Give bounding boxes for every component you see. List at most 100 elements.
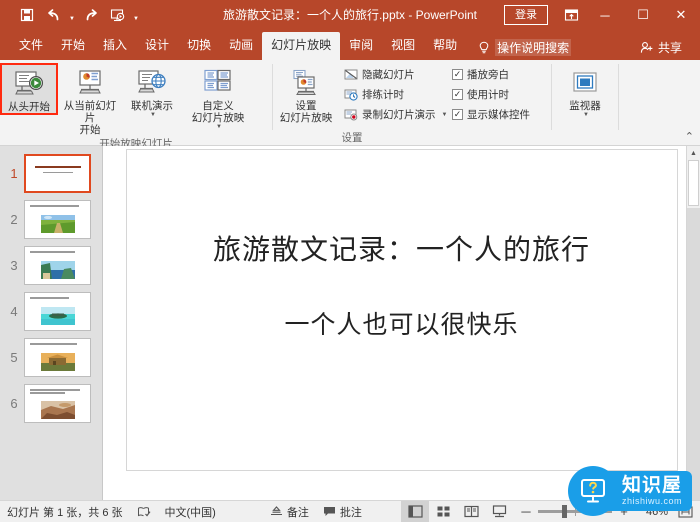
sign-in-button[interactable]: 登录 <box>504 5 548 25</box>
tell-me-search[interactable]: 操作说明搜索 <box>472 35 577 60</box>
slide-number: 2 <box>10 212 18 227</box>
status-bar: 幻灯片 第 1 张，共 6 张 中文(中国) 备注 批注 ─ + 46% <box>0 500 700 522</box>
comments-label: 批注 <box>339 506 362 519</box>
tab-design[interactable]: 设计 <box>136 32 178 60</box>
present-online-button[interactable]: 联机演示 ▼ <box>122 63 182 119</box>
person-share-icon <box>640 41 654 54</box>
setup-slideshow-label: 设置 幻灯片放映 <box>279 100 333 124</box>
ribbon-group-monitors: 监视器 ▼ <box>552 60 618 146</box>
hide-slide-button[interactable]: 隐藏幻灯片 <box>339 65 447 84</box>
customize-quick-access-icon[interactable]: ▼ <box>130 3 142 27</box>
tab-transitions[interactable]: 切换 <box>178 32 220 60</box>
quick-access-toolbar: ▼ ▼ <box>0 3 142 27</box>
notes-label: 备注 <box>286 506 309 519</box>
show-media-controls-checkbox[interactable]: ✓ 显示媒体控件 <box>447 105 547 124</box>
custom-slideshow-button[interactable]: 自定义 幻灯片放映 ▼ <box>182 63 254 131</box>
checkbox-checked-icon: ✓ <box>452 109 463 120</box>
close-button[interactable]: ✕ <box>662 0 700 30</box>
record-slideshow-button[interactable]: 录制幻灯片演示 ▼ <box>339 105 447 124</box>
slide-sorter-view-button[interactable] <box>429 501 457 522</box>
undo-dropdown-icon[interactable]: ▼ <box>66 3 78 27</box>
scrollbar-track[interactable] <box>687 208 700 500</box>
maximize-button[interactable]: ☐ <box>624 0 662 30</box>
slide-editing-area[interactable]: 旅游散文记录：一个人的旅行 一个人也可以很快乐 ▲ <box>103 146 700 500</box>
slideshow-view-button[interactable] <box>485 501 513 522</box>
slide-thumbnail-5[interactable] <box>24 338 91 377</box>
scrollbar-thumb[interactable] <box>688 160 699 206</box>
current-slide[interactable]: 旅游散文记录：一个人的旅行 一个人也可以很快乐 <box>125 149 678 471</box>
slide-thumbnail-pane[interactable]: 1 2 3 4 5 6 <box>0 146 103 500</box>
use-timings-label: 使用计时 <box>467 89 509 101</box>
slide-title-text[interactable]: 旅游散文记录：一个人的旅行 <box>127 228 677 268</box>
zoom-percent-label[interactable]: 46% <box>636 506 668 518</box>
slide-thumbnail-3[interactable] <box>24 246 91 285</box>
undo-icon[interactable] <box>40 3 66 27</box>
vertical-scrollbar[interactable]: ▲ <box>686 146 700 500</box>
minimize-button[interactable]: ─ <box>586 0 624 30</box>
zoom-slider-thumb[interactable] <box>562 505 567 518</box>
share-button[interactable]: 共享 <box>634 35 688 60</box>
play-narrations-checkbox[interactable]: ✓ 播放旁白 <box>447 65 547 84</box>
tab-slideshow[interactable]: 幻灯片放映 <box>262 32 341 60</box>
scroll-up-arrow-icon[interactable]: ▲ <box>687 146 700 160</box>
tab-view[interactable]: 视图 <box>382 32 424 60</box>
zoom-slider-tick <box>575 507 576 516</box>
play-from-start-button[interactable]: 从头开始 <box>0 63 58 115</box>
titlebar-right: 登录 ─ ☐ ✕ <box>504 0 700 30</box>
slide-thumbnail-6[interactable] <box>24 384 91 423</box>
save-icon[interactable] <box>14 3 40 27</box>
zoom-in-button[interactable]: + <box>617 504 631 519</box>
rehearse-timings-button[interactable]: 排练计时 <box>339 85 447 104</box>
thumbnail-row: 3 <box>0 246 102 285</box>
collapse-ribbon-icon[interactable]: ⌃ <box>685 131 694 143</box>
slide-thumbnail-4[interactable] <box>24 292 91 331</box>
monitor-button[interactable]: 监视器 ▼ <box>556 63 614 119</box>
slide-subtitle-text[interactable]: 一个人也可以很快乐 <box>127 305 677 341</box>
start-from-beginning-icon[interactable] <box>104 3 130 27</box>
slide-thumbnail-2[interactable] <box>24 200 91 239</box>
language-button[interactable]: 中文(中国) <box>158 502 223 522</box>
slide-number: 4 <box>10 304 18 319</box>
play-from-start-label: 从头开始 <box>8 101 50 113</box>
spellcheck-button[interactable] <box>130 502 158 522</box>
tell-me-input[interactable]: 操作说明搜索 <box>495 39 572 56</box>
redo-icon[interactable] <box>78 3 104 27</box>
thumbnail-image-tropical-island <box>40 307 75 325</box>
slide-thumbnail-1[interactable] <box>24 154 91 193</box>
tab-animations[interactable]: 动画 <box>220 32 262 60</box>
title-bar: ▼ ▼ 旅游散文记录：一个人的旅行.pptx - PowerPoint 登录 ─… <box>0 0 700 30</box>
rehearse-timings-icon <box>344 89 358 101</box>
tab-file[interactable]: 文件 <box>10 32 52 60</box>
fit-slide-to-window-button[interactable] <box>674 505 696 518</box>
zoom-slider[interactable] <box>538 505 612 518</box>
monitor-dropdown-icon[interactable]: ▼ <box>583 112 589 118</box>
ribbon-group-setup: 设置 幻灯片放映 隐藏幻灯片 排练计时 录制幻灯片演示 ▼ ✓ 播放旁白 ✓ 使… <box>273 60 551 146</box>
setup-slideshow-button[interactable]: 设置 幻灯片放映 <box>273 63 339 125</box>
ribbon-separator-3 <box>618 64 619 130</box>
group-label-monitors <box>552 131 618 146</box>
setup-small-buttons: 隐藏幻灯片 排练计时 录制幻灯片演示 ▼ <box>339 63 447 124</box>
checkbox-checked-icon: ✓ <box>452 69 463 80</box>
thumbnail-row: 4 <box>0 292 102 331</box>
reading-view-button[interactable] <box>457 501 485 522</box>
notes-button[interactable]: 备注 <box>263 502 316 522</box>
present-online-label: 联机演示 <box>131 100 173 112</box>
present-online-dropdown-icon[interactable]: ▼ <box>150 112 156 118</box>
tab-help[interactable]: 帮助 <box>424 32 466 60</box>
custom-slideshow-dropdown-icon[interactable]: ▼ <box>216 124 222 130</box>
ribbon-tabs: 文件 开始 插入 设计 切换 动画 幻灯片放映 审阅 视图 帮助 操作说明搜索 <box>0 30 700 60</box>
tab-insert[interactable]: 插入 <box>94 32 136 60</box>
normal-view-button[interactable] <box>401 501 429 522</box>
ribbon-display-options-icon[interactable] <box>556 0 586 30</box>
thumbnail-title-lines <box>31 166 85 174</box>
tab-review[interactable]: 审阅 <box>340 32 382 60</box>
play-from-start-icon <box>13 68 45 100</box>
thumbnail-image-green-field <box>40 215 75 233</box>
zoom-out-button[interactable]: ─ <box>519 504 533 519</box>
comments-button[interactable]: 批注 <box>316 502 369 522</box>
tab-home[interactable]: 开始 <box>52 32 94 60</box>
notes-icon <box>270 506 283 517</box>
setup-slideshow-icon <box>290 67 322 99</box>
play-from-current-button[interactable]: 从当前幻灯片 开始 <box>58 63 122 137</box>
use-timings-checkbox[interactable]: ✓ 使用计时 <box>447 85 547 104</box>
